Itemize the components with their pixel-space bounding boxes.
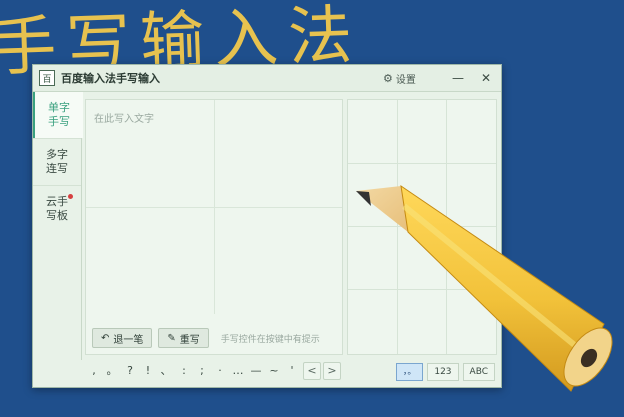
punct-dash[interactable]: — [247, 362, 265, 380]
punct-quote[interactable]: ' [283, 362, 301, 380]
canvas-hint: 手写控件在按键中有提示 [220, 334, 320, 345]
undo-stroke-label: 退一笔 [113, 334, 144, 346]
handwriting-canvas[interactable]: 在此写入文字 ↶ 退一笔 ✎ 重写 手写控件在按键中有提示 [85, 99, 343, 355]
gear-icon: ⚙ [383, 72, 393, 85]
punct-comma[interactable]: , [85, 362, 103, 380]
canvas-placeholder: 在此写入文字 [94, 114, 154, 125]
window-title: 百度输入法手写输入 [61, 72, 160, 85]
canvas-actions: ↶ 退一笔 ✎ 重写 手写控件在按键中有提示 [92, 328, 320, 348]
app-logo-icon: 百 [39, 70, 55, 86]
pencil-icon [356, 184, 613, 392]
sidebar-item-label: 单字手写 [48, 101, 70, 128]
undo-stroke-icon: ↶ [101, 332, 110, 344]
notification-dot-icon [68, 194, 73, 199]
sidebar-item-multi-char[interactable]: 多字连写 [33, 138, 81, 185]
mode-sidebar: 单字手写 多字连写 云手写板 [33, 92, 83, 360]
settings-label: 设置 [395, 75, 416, 86]
punct-period[interactable]: 。 [103, 362, 121, 380]
settings-button[interactable]: ⚙ 设置 [383, 71, 416, 86]
sidebar-item-label: 多字连写 [46, 148, 68, 175]
punct-dun[interactable]: 、 [157, 362, 175, 380]
punct-semicolon[interactable]: ; [193, 362, 211, 380]
punct-question[interactable]: ? [121, 362, 139, 380]
eraser-icon: ✎ [167, 332, 176, 344]
undo-stroke-button[interactable]: ↶ 退一笔 [92, 328, 153, 348]
rewrite-button[interactable]: ✎ 重写 [158, 328, 209, 348]
minimize-button[interactable]: — [449, 69, 467, 87]
punct-tilde[interactable]: ~ [265, 362, 283, 380]
sidebar-item-label: 云手写板 [46, 195, 68, 222]
punct-middot[interactable]: · [211, 362, 229, 380]
next-page-button[interactable]: > [323, 362, 341, 380]
prev-page-button[interactable]: < [303, 362, 321, 380]
grid-line [348, 163, 496, 164]
close-button[interactable]: ✕ [477, 69, 495, 87]
sidebar-item-single-char[interactable]: 单字手写 [33, 92, 83, 138]
title-bar: 百 百度输入法手写输入 ⚙ 设置 — ✕ [33, 65, 501, 92]
rewrite-label: 重写 [179, 334, 200, 346]
sidebar-item-cloud-pad[interactable]: 云手写板 [33, 185, 81, 232]
grid-line [86, 207, 342, 208]
punct-exclaim[interactable]: ! [139, 362, 157, 380]
punct-colon[interactable]: : [175, 362, 193, 380]
punct-ellipsis[interactable]: … [229, 362, 247, 380]
